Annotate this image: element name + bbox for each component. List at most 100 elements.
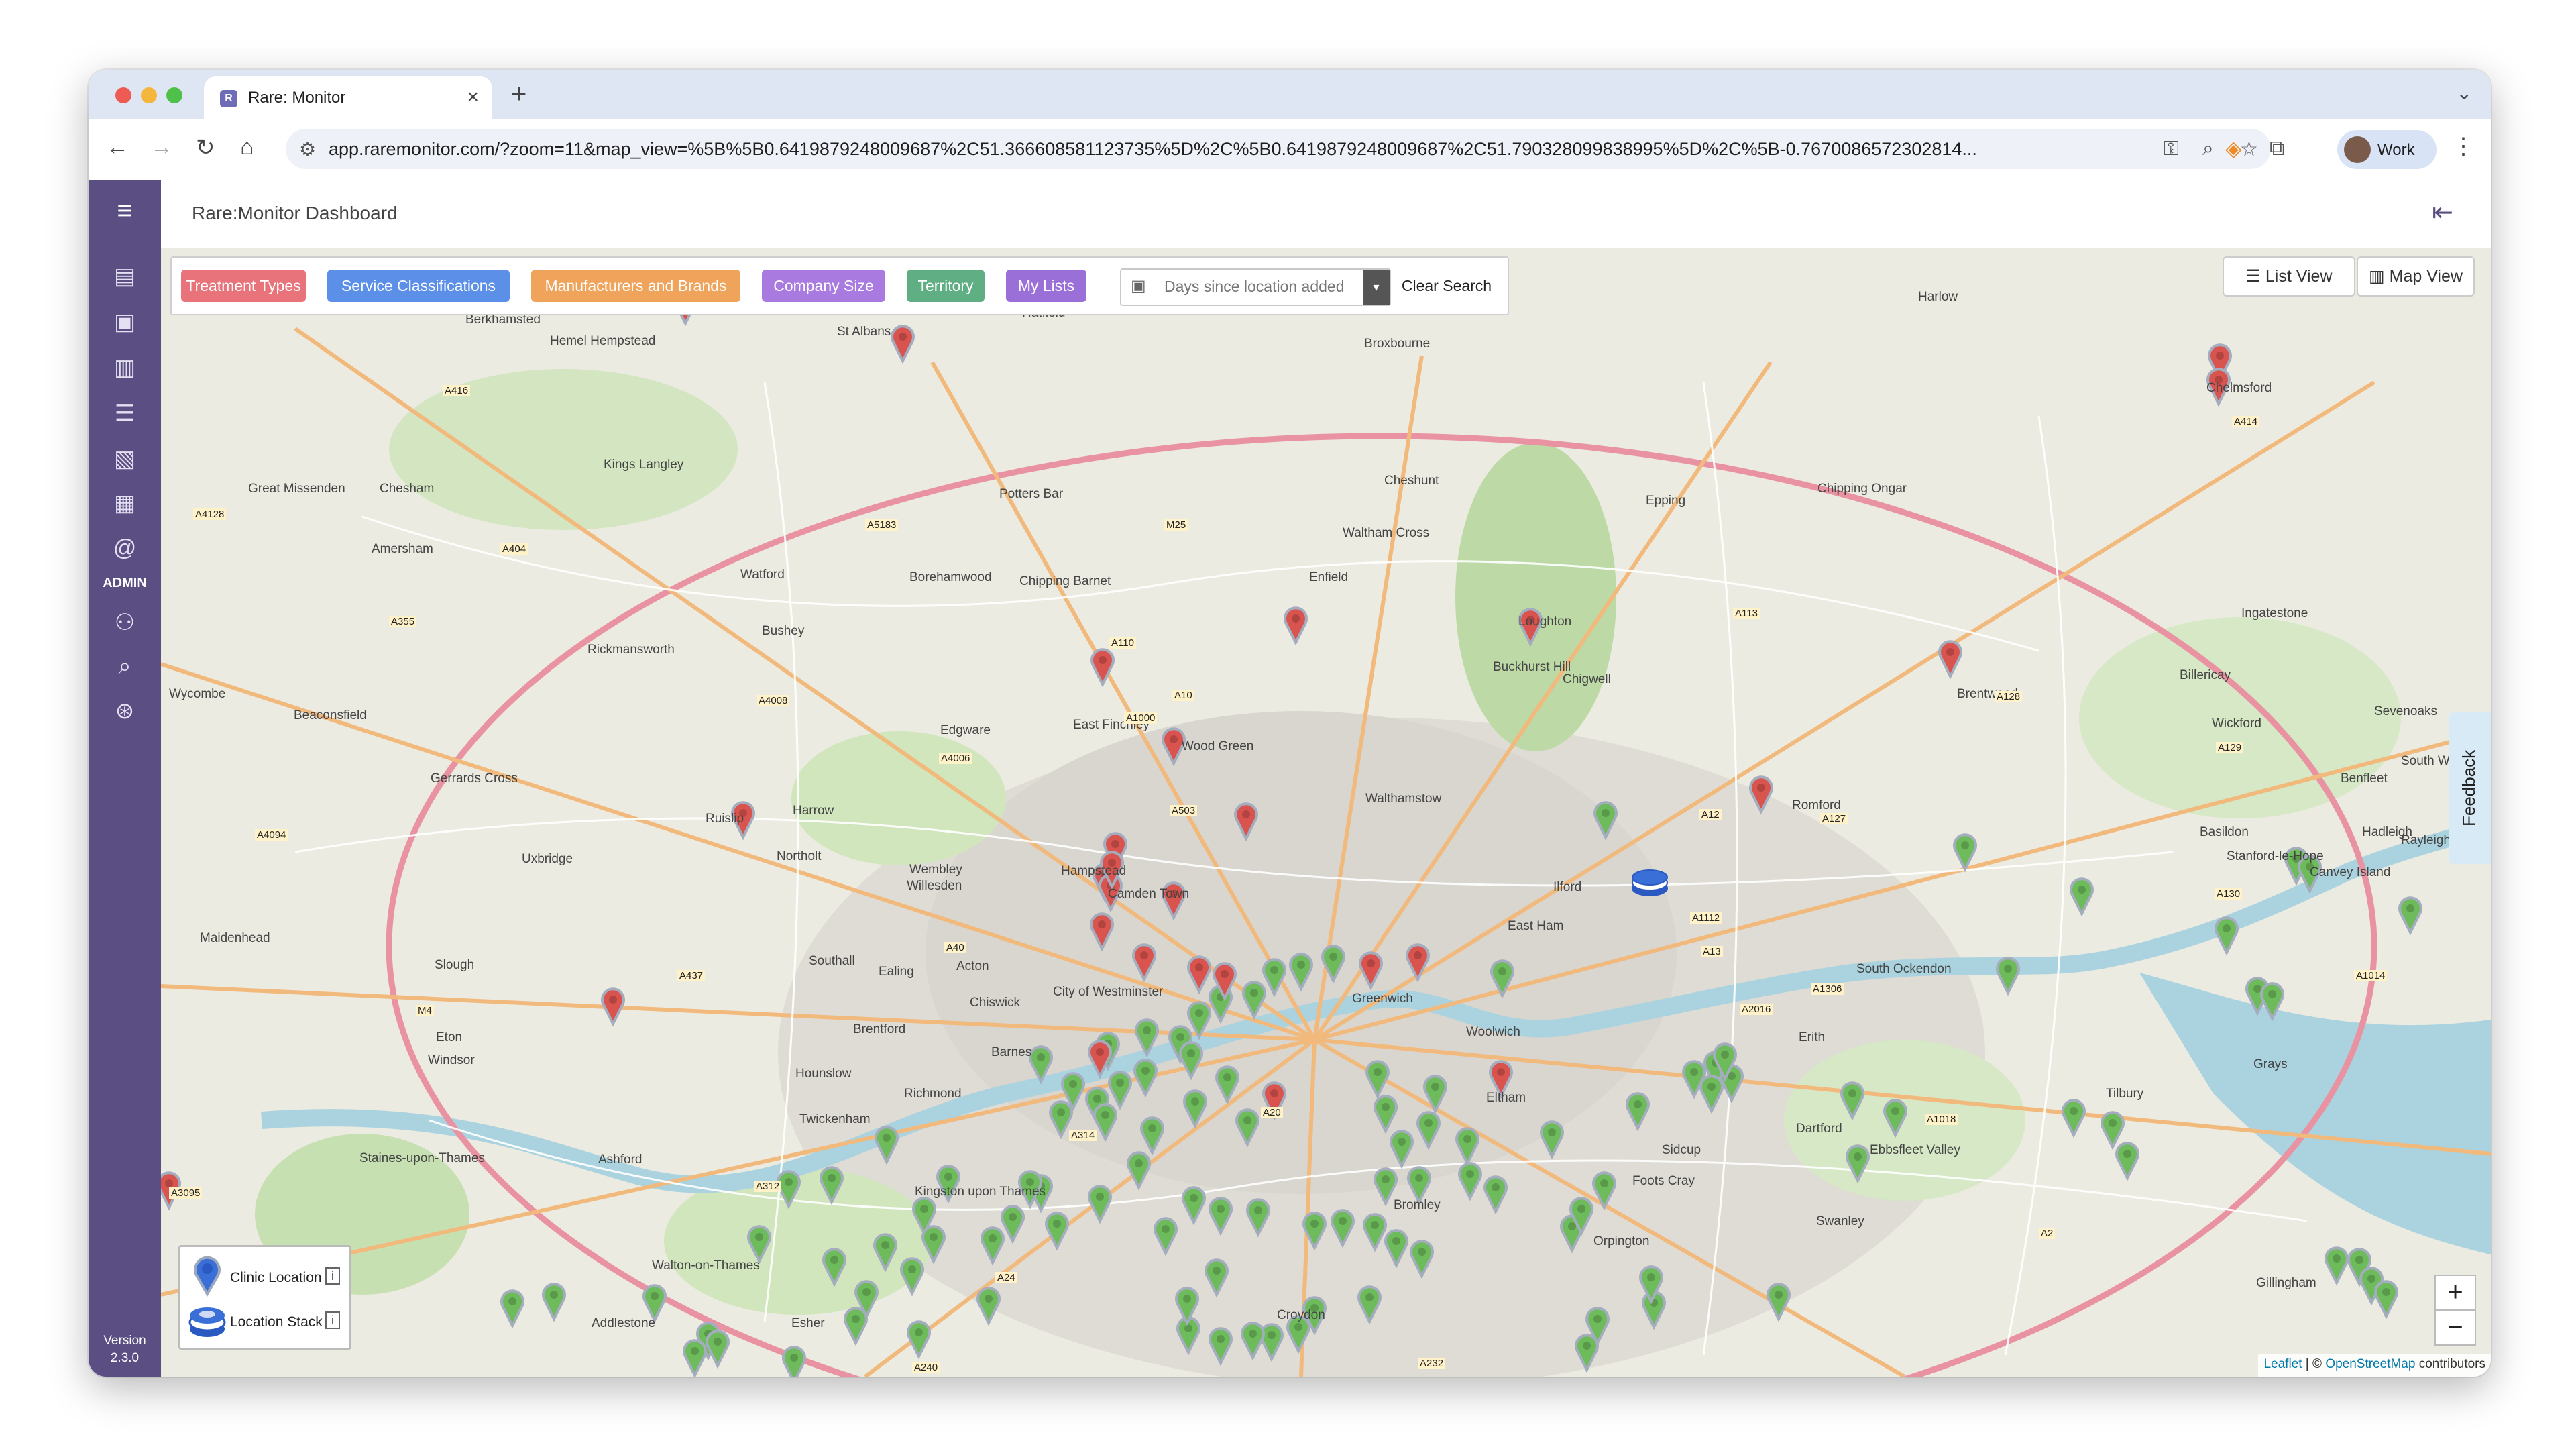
password-key-icon[interactable]: ⚿	[2164, 138, 2179, 160]
service-classifications-filter[interactable]: Service Classifications	[327, 270, 510, 302]
place-label: Rickmansworth	[587, 643, 675, 657]
road-label: A130	[2215, 888, 2243, 900]
list-icon[interactable]: ☰	[89, 400, 161, 427]
zoom-icon[interactable]: ⌕	[2202, 138, 2214, 160]
place-label: Chipping Barnet	[1019, 574, 1111, 588]
map-view[interactable]: Harlow Hemel Hempstead Berkhamsted St Alban…	[161, 248, 2491, 1377]
place-label: Gerrards Cross	[431, 771, 518, 786]
treatment-types-filter[interactable]: Treatment Types	[181, 270, 306, 302]
tab-close-icon[interactable]: ×	[467, 86, 479, 109]
list-view-button[interactable]: ☰ List View	[2223, 256, 2355, 297]
chevron-down-icon[interactable]: ▾	[1363, 270, 1390, 305]
feedback-tab[interactable]: Feedback	[2449, 712, 2491, 864]
extension-icon[interactable]: ◈	[2225, 136, 2242, 161]
url-text[interactable]: app.raremonitor.com/?zoom=11&map_view=%5…	[329, 139, 2099, 160]
place-label: Staines-upon-Thames	[359, 1151, 485, 1165]
search-icon[interactable]: ⌕	[89, 653, 161, 680]
app: ≡ ▤ ▣ ▥ ☰ ▧ ▦ @ ADMIN ⚇ ⌕ ⊛ Version 2.3.…	[89, 180, 2491, 1377]
road-label: A1014	[2354, 970, 2388, 981]
chart-icon[interactable]: ▥	[89, 354, 161, 381]
place-label: Hemel Hempstead	[550, 334, 656, 348]
profile-button[interactable]: Work	[2337, 130, 2437, 169]
my-lists-filter[interactable]: My Lists	[1006, 270, 1086, 302]
puzzle-icon[interactable]: ⧉	[2270, 136, 2285, 161]
place-label: Tilbury	[2106, 1087, 2144, 1101]
search-list-icon[interactable]: ▣	[89, 309, 161, 335]
manufacturers-brands-filter[interactable]: Manufacturers and Brands	[531, 270, 740, 302]
browser-tab[interactable]: R Rare: Monitor ×	[204, 76, 492, 119]
avatar	[2344, 136, 2371, 163]
list-view-label: List View	[2265, 267, 2333, 286]
info-icon[interactable]: i	[325, 1267, 340, 1285]
place-label: Bushey	[762, 624, 805, 638]
road-label: A4006	[939, 753, 972, 764]
company-size-filter[interactable]: Company Size	[762, 270, 885, 302]
road-label: A414	[2232, 416, 2260, 427]
place-label: Wood Green	[1182, 739, 1254, 753]
browser-window: R Rare: Monitor × + ⌄ ← → ↻ ⌂ ⚙ app.rare…	[89, 70, 2491, 1377]
zoom-out-button[interactable]: −	[2434, 1309, 2476, 1346]
version-number: 2.3.0	[110, 1351, 139, 1365]
map-icon: ▥	[2369, 267, 2390, 286]
place-label: East Ham	[1508, 919, 1564, 933]
place-label: Northolt	[777, 849, 822, 863]
days-since-added-select[interactable]: ▣ ▾	[1120, 268, 1391, 306]
favicon: R	[220, 90, 237, 107]
bookmark-star-icon[interactable]: ☆	[2240, 138, 2258, 161]
new-tab-icon[interactable]: +	[511, 79, 526, 109]
dashboard-icon[interactable]: ▤	[89, 263, 161, 290]
place-label: Benfleet	[2341, 771, 2388, 786]
users-icon[interactable]: ⚇	[89, 609, 161, 636]
back-icon[interactable]: ←	[106, 134, 129, 160]
at-sign-icon[interactable]: @	[89, 535, 161, 561]
place-label: Enfield	[1309, 570, 1349, 584]
place-label: Southall	[809, 954, 855, 968]
report-icon[interactable]: ▧	[89, 445, 161, 472]
place-label: Rayleigh	[2401, 833, 2451, 847]
hamburger-menu-icon[interactable]: ≡	[89, 196, 161, 226]
clinic-location-label: Clinic Location	[230, 1270, 322, 1285]
location-stack-icon	[188, 1307, 226, 1337]
leaflet-link[interactable]: Leaflet	[2263, 1357, 2302, 1371]
site-info-icon[interactable]: ⚙	[299, 138, 316, 160]
place-label: Dartford	[1796, 1122, 1842, 1136]
place-label: Acton	[956, 959, 989, 973]
home-icon[interactable]: ⌂	[240, 134, 254, 160]
osm-link[interactable]: OpenStreetMap	[2325, 1357, 2415, 1371]
place-label: Waltham Cross	[1343, 526, 1430, 540]
logout-icon[interactable]: ⇤	[2432, 197, 2453, 227]
minimize-window-button[interactable]	[141, 87, 157, 103]
road-label: A4128	[193, 508, 227, 520]
place-label: Orpington	[1593, 1234, 1650, 1248]
maximize-window-button[interactable]	[166, 87, 182, 103]
place-label: Ingatestone	[2241, 606, 2308, 621]
version-info: Version 2.3.0	[89, 1332, 161, 1367]
tab-search-chevron-icon[interactable]: ⌄	[2457, 82, 2472, 104]
road-label: A12	[1699, 809, 1722, 820]
map-tiles	[161, 248, 2491, 1377]
place-label: Edgware	[940, 723, 991, 737]
clear-search-button[interactable]: Clear Search	[1396, 268, 1497, 303]
place-label: Grays	[2253, 1057, 2288, 1071]
more-icon[interactable]: ⋮	[2452, 133, 2475, 160]
place-label: Ebbsfleet Valley	[1870, 1143, 1960, 1157]
place-label: Walton-on-Thames	[652, 1258, 760, 1273]
zoom-in-button[interactable]: +	[2434, 1275, 2476, 1311]
location-stack-marker[interactable]	[1632, 869, 1668, 896]
tags-icon[interactable]: ⊛	[89, 698, 161, 724]
days-since-added-input[interactable]	[1163, 271, 1360, 302]
book-icon[interactable]: ▦	[89, 490, 161, 517]
place-label: Cheshunt	[1384, 474, 1439, 488]
place-label: Hounslow	[795, 1067, 852, 1081]
place-label: Slough	[435, 958, 475, 972]
territory-filter[interactable]: Territory	[907, 270, 985, 302]
place-label: St Albans	[837, 325, 891, 339]
place-label: Potters Bar	[999, 487, 1064, 501]
reload-icon[interactable]: ↻	[196, 134, 215, 161]
map-view-button[interactable]: ▥ Map View	[2357, 256, 2475, 297]
info-icon[interactable]: i	[325, 1311, 340, 1329]
place-label: Wycombe	[169, 687, 226, 701]
forward-icon[interactable]: →	[150, 134, 173, 160]
close-window-button[interactable]	[115, 87, 131, 103]
address-bar[interactable]: ⚙ app.raremonitor.com/?zoom=11&map_view=…	[286, 129, 2271, 169]
